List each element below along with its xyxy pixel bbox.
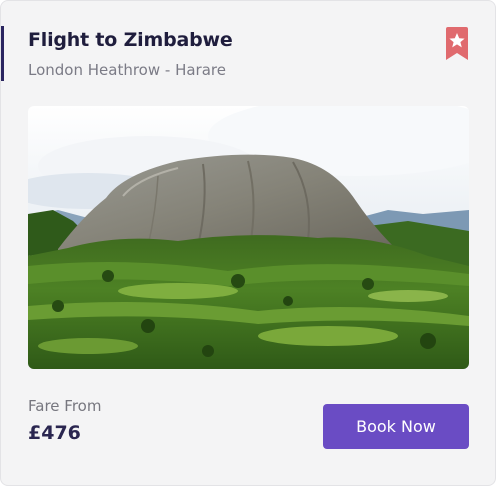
bookmark-star-icon[interactable] (446, 27, 468, 60)
destination-photo (28, 106, 469, 369)
flight-card: Flight to Zimbabwe London Heathrow - Har… (0, 0, 496, 486)
route-text: London Heathrow - Harare (28, 61, 226, 79)
card-title: Flight to Zimbabwe (28, 29, 233, 51)
fare-price: £476 (28, 422, 81, 444)
fare-label: Fare From (28, 397, 102, 415)
accent-bar (1, 26, 4, 81)
book-now-button[interactable]: Book Now (323, 404, 469, 449)
